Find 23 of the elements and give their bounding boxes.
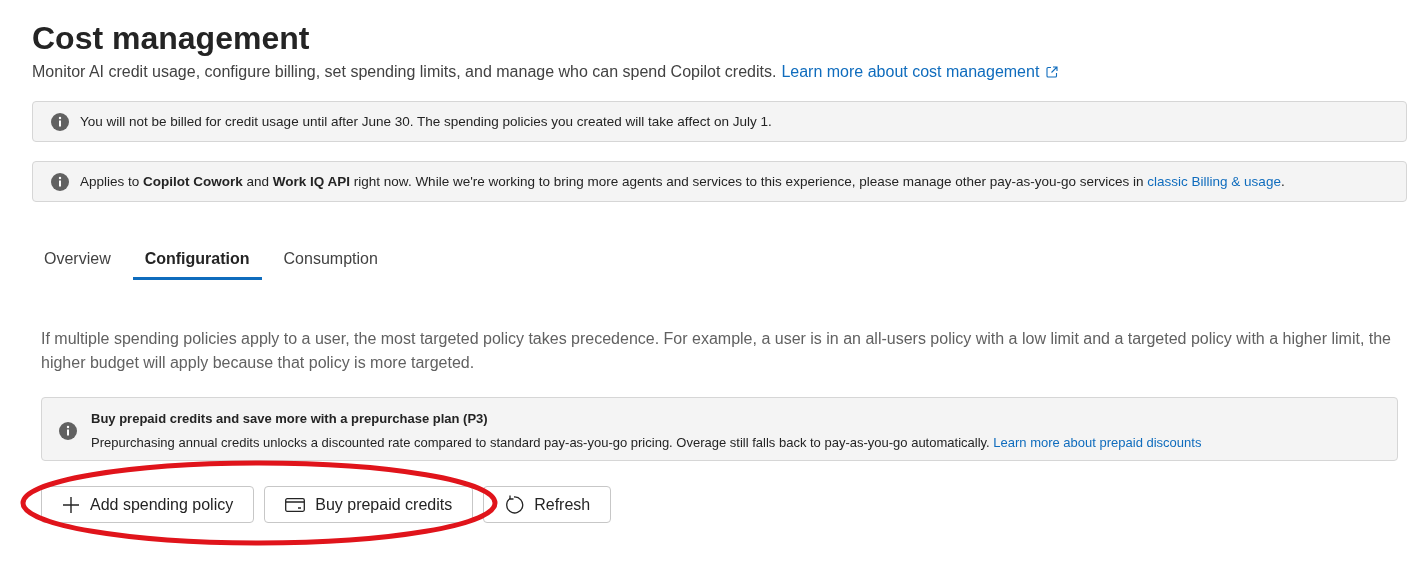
plus-icon <box>62 495 80 514</box>
description-text: If multiple spending policies apply to a user, the most targeted policy takes precedence. For example, a user is in an all-users policy with a low limit and a targeted policy with a higher limit, the higher budget will apply because that policy is more targeted. <box>41 329 1392 373</box>
prepaid-link[interactable]: Learn more about prepaid discounts <box>993 435 1202 450</box>
refresh-icon <box>504 494 525 515</box>
billing-link[interactable]: classic Billing & usage <box>1147 174 1281 189</box>
info-icon <box>58 420 78 441</box>
cost-management-link[interactable]: Learn more about cost management <box>781 60 1059 84</box>
page-title: Cost management <box>32 19 311 58</box>
add-policy-button[interactable]: Add spending policy <box>41 486 255 523</box>
page-subtitle: Monitor AI credit usage, configure billing, set spending limits, and manage who can spend Copilot credits. Learn more about cost management <box>32 60 1407 84</box>
banner-text: Applies to Copilot Cowork and Work IQ API right now. While we're working to bring more agents and services to this experience, please manage other pay-as-you-go services in classic Billing & usage. <box>80 174 1285 189</box>
banner-text: You will not be billed for credit usage until after June 30. The spending policies you created will take affect on July 1. <box>80 114 772 129</box>
external-link-icon <box>1046 66 1059 78</box>
tab[interactable]: Overview <box>32 240 123 280</box>
refresh-button[interactable]: Refresh <box>483 486 612 523</box>
tab[interactable]: Consumption <box>271 240 390 280</box>
card-title: Buy prepaid credits and save more with a prepurchase plan (P3) <box>91 411 489 426</box>
card-text: Prepurchasing annual credits unlocks a discounted rate compared to standard pay-as-you-go pricing. Overage still falls back to pay-as-you-go automatically. Learn more about prepaid discounts <box>91 435 1202 450</box>
info-icon <box>50 171 70 192</box>
info-icon <box>50 111 70 132</box>
tab[interactable]: Configuration <box>132 240 262 280</box>
card-icon <box>285 497 306 512</box>
buy-credits-button[interactable]: Buy prepaid credits <box>264 486 474 523</box>
